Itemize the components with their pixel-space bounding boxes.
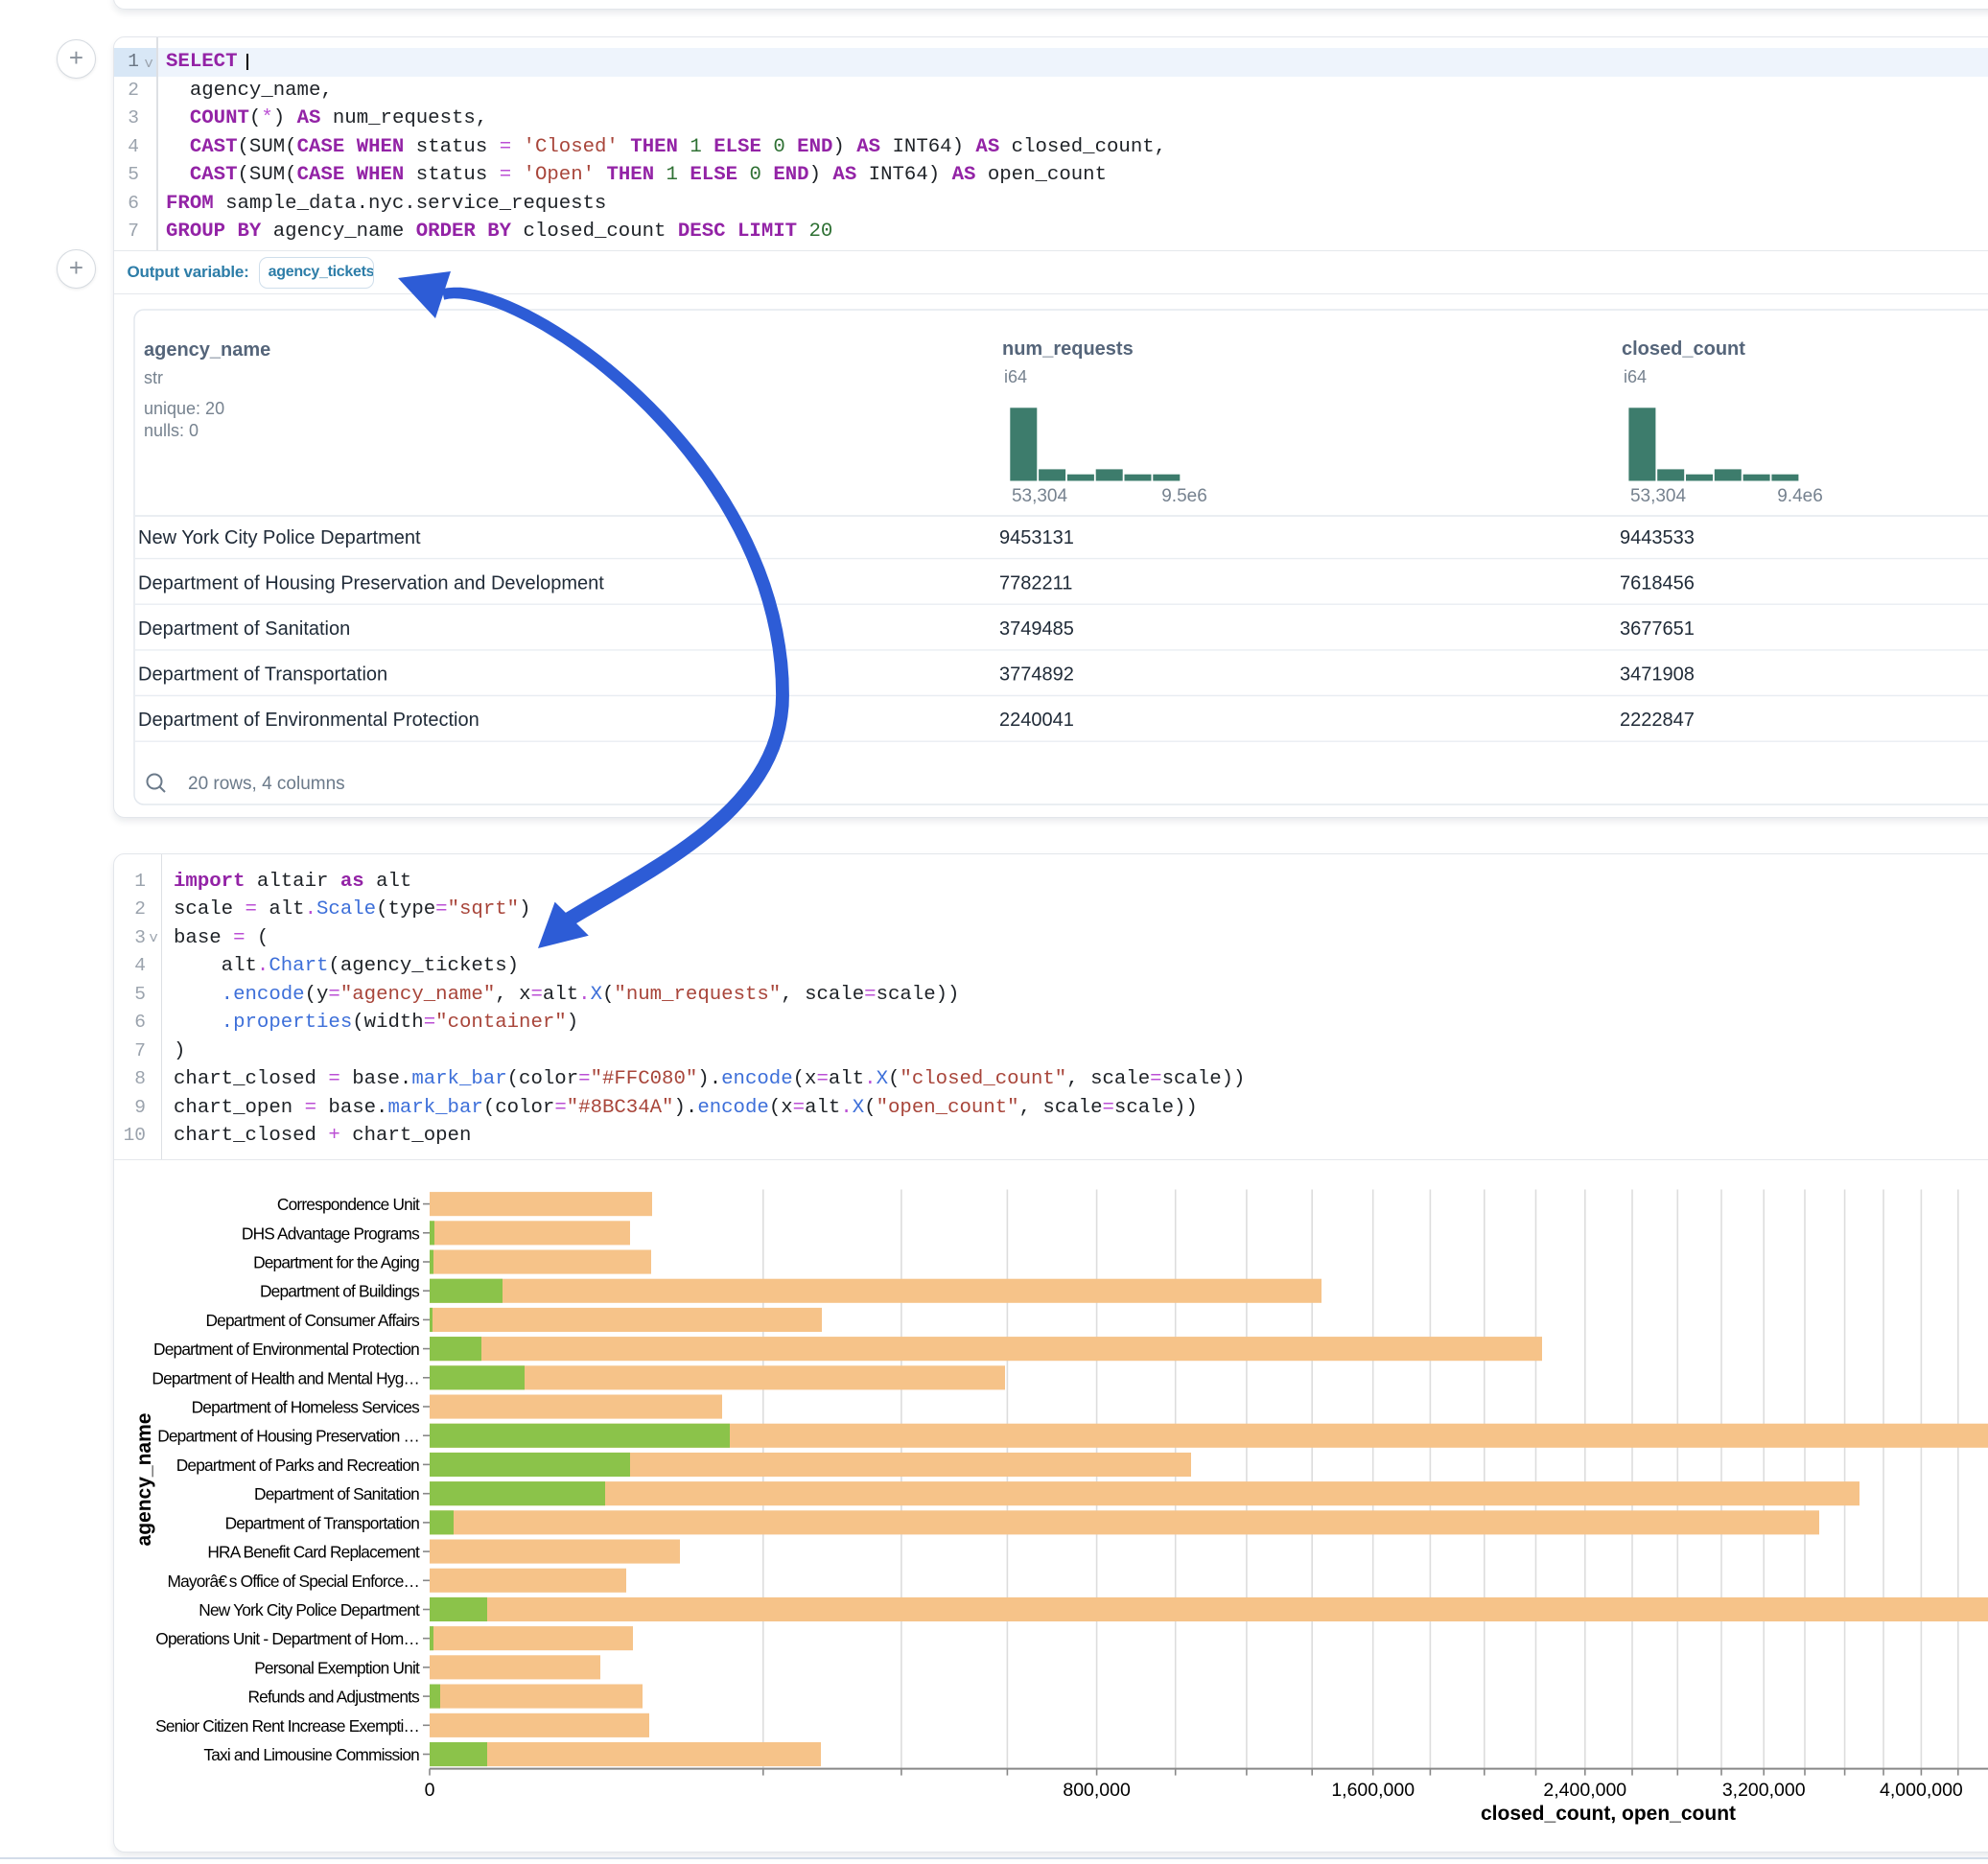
svg-text:Correspondence Unit: Correspondence Unit [277,1195,420,1214]
svg-text:str: str [144,368,163,387]
svg-text:0: 0 [425,1780,435,1801]
svg-text:Department of Environmental Pr: Department of Environmental Protection [138,710,479,731]
svg-text:closed_count, open_count: closed_count, open_count [1481,1803,1736,1825]
svg-text:9443533: 9443533 [1620,527,1695,548]
svg-text:Department of Parks and Recrea: Department of Parks and Recreation [176,1456,419,1475]
svg-text:i64: i64 [1004,367,1027,386]
svg-text:closed_count: closed_count [1622,338,1745,360]
svg-text:i64: i64 [1624,367,1647,386]
svg-text:DHS Advantage Programs: DHS Advantage Programs [242,1223,420,1243]
svg-text:2,400,000: 2,400,000 [1543,1780,1626,1801]
svg-text:1,600,000: 1,600,000 [1331,1780,1415,1801]
svg-text:20 rows, 4 columns: 20 rows, 4 columns [188,774,345,794]
svg-text:3677651: 3677651 [1620,618,1695,640]
svg-text:Department of Housing Preserva: Department of Housing Preservation … [157,1427,419,1446]
svg-text:Department for the Aging: Department for the Aging [253,1253,419,1272]
svg-text:Personal Exemption Unit: Personal Exemption Unit [254,1658,420,1677]
svg-text:Department of Buildings: Department of Buildings [260,1282,420,1301]
svg-text:New York City Police Departmen: New York City Police Department [138,527,421,548]
svg-text:Senior Citizen Rent Increase E: Senior Citizen Rent Increase Exempti… [155,1716,419,1736]
svg-text:Department of Sanitation: Department of Sanitation [138,618,350,640]
svg-text:unique: 20: unique: 20 [144,399,224,418]
svg-text:3,200,000: 3,200,000 [1722,1780,1806,1801]
svg-text:New York City Police Departmen: New York City Police Department [199,1600,420,1619]
svg-text:9.4e6: 9.4e6 [1777,486,1823,506]
svg-text:53,304: 53,304 [1630,486,1687,506]
svg-text:4,000,000: 4,000,000 [1880,1780,1963,1801]
svg-text:agency_name: agency_name [133,1413,155,1547]
svg-text:num_requests: num_requests [1002,338,1134,360]
svg-text:9.5e6: 9.5e6 [1161,486,1207,506]
svg-text:Department of Transportation: Department of Transportation [138,664,387,686]
svg-text:Department of Housing Preserva: Department of Housing Preservation and D… [138,573,604,594]
svg-text:nulls: 0: nulls: 0 [144,421,199,440]
svg-text:7618456: 7618456 [1620,573,1695,594]
svg-text:Department of Health and Menta: Department of Health and Mental Hyg… [152,1368,419,1387]
svg-text:HRA Benefit Card Replacement: HRA Benefit Card Replacement [207,1543,420,1562]
svg-text:7782211: 7782211 [999,573,1072,594]
svg-text:Department of Sanitation: Department of Sanitation [254,1484,419,1503]
svg-text:3749485: 3749485 [999,618,1074,640]
svg-text:agency_name: agency_name [144,339,270,361]
svg-text:800,000: 800,000 [1063,1780,1131,1801]
svg-text:Operations Unit - Department o: Operations Unit - Department of Hom… [155,1629,419,1648]
svg-text:Department of Environmental Pr: Department of Environmental Protection [153,1340,419,1359]
svg-text:3471908: 3471908 [1620,664,1695,686]
svg-text:3774892: 3774892 [999,664,1074,686]
svg-text:53,304: 53,304 [1012,486,1068,506]
svg-text:2222847: 2222847 [1620,710,1695,731]
svg-text:Department of Homeless Service: Department of Homeless Services [192,1398,421,1417]
svg-text:Department of Transportation: Department of Transportation [225,1513,420,1532]
svg-text:Taxi and Limousine Commission: Taxi and Limousine Commission [203,1745,419,1764]
svg-text:9453131: 9453131 [999,527,1074,548]
svg-text:Mayorâ€ s Office of Special En: Mayorâ€ s Office of Special Enforce… [168,1572,420,1591]
svg-text:2240041: 2240041 [999,710,1074,731]
svg-text:Refunds and Adjustments: Refunds and Adjustments [247,1688,420,1707]
svg-text:Department of Consumer Affairs: Department of Consumer Affairs [205,1311,420,1330]
